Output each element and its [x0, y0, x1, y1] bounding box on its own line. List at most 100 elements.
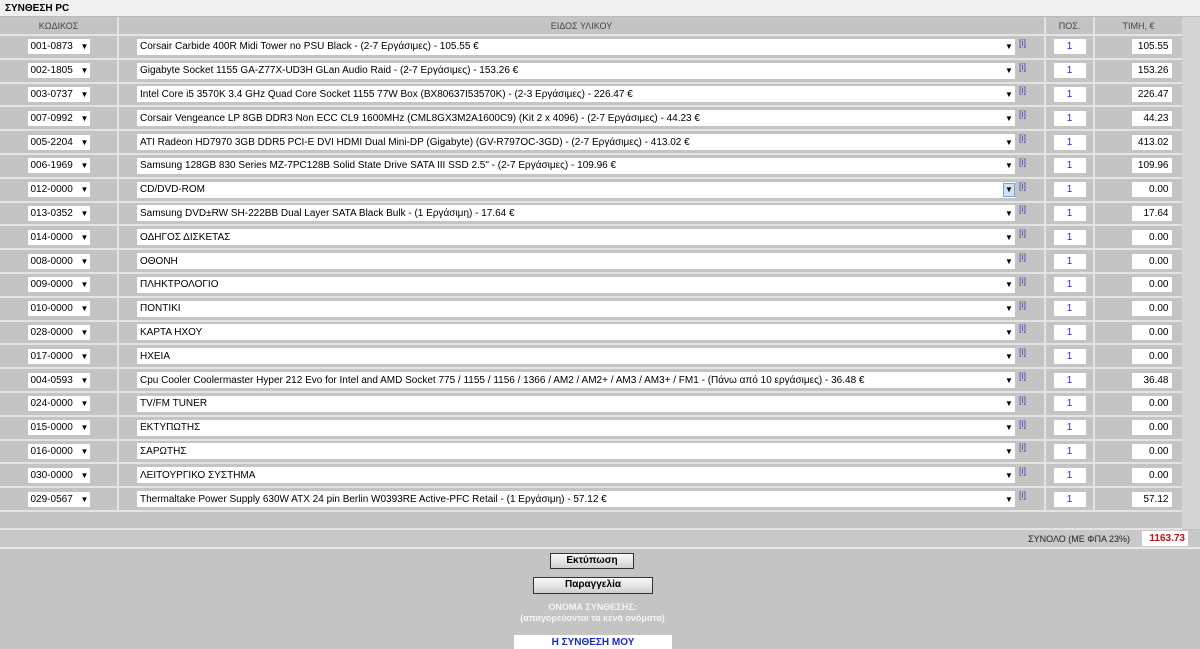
info-icon[interactable]: [i]: [1019, 442, 1026, 452]
code-select[interactable]: 014-0000 ▼: [27, 229, 90, 245]
info-icon[interactable]: [i]: [1019, 133, 1026, 143]
qty-input[interactable]: 1: [1053, 110, 1086, 126]
info-icon[interactable]: [i]: [1019, 371, 1026, 381]
code-select[interactable]: 003-0737 ▼: [27, 86, 90, 102]
code-select[interactable]: 001-0873 ▼: [27, 39, 90, 55]
item-select[interactable]: ATI Radeon HD7970 3GB DDR5 PCI-E DVI HDM…: [137, 134, 1015, 151]
chevron-down-icon[interactable]: ▼: [1003, 397, 1015, 411]
chevron-down-icon[interactable]: ▼: [80, 138, 90, 147]
chevron-down-icon[interactable]: ▼: [80, 90, 90, 99]
chevron-down-icon[interactable]: ▼: [80, 495, 90, 504]
qty-input[interactable]: 1: [1053, 467, 1086, 483]
qty-input[interactable]: 1: [1053, 39, 1086, 55]
chevron-down-icon[interactable]: ▼: [80, 209, 90, 218]
item-select[interactable]: Gigabyte Socket 1155 GA-Z77X-UD3H GLan A…: [137, 62, 1015, 79]
item-select[interactable]: ΟΘΟΝΗ ▼: [137, 253, 1015, 270]
info-icon[interactable]: [i]: [1019, 395, 1026, 405]
item-select[interactable]: ΚΑΡΤΑ ΗΧΟΥ ▼: [137, 324, 1015, 341]
code-select[interactable]: 006-1969 ▼: [27, 158, 90, 174]
chevron-down-icon[interactable]: ▼: [80, 233, 90, 242]
qty-input[interactable]: 1: [1053, 277, 1086, 293]
item-select[interactable]: ΣΑΡΩΤΗΣ ▼: [137, 443, 1015, 460]
chevron-down-icon[interactable]: ▼: [1003, 444, 1015, 458]
chevron-down-icon[interactable]: ▼: [80, 352, 90, 361]
qty-input[interactable]: 1: [1053, 182, 1086, 198]
item-select[interactable]: Samsung DVD±RW SH-222BB Dual Layer SATA …: [137, 205, 1015, 222]
qty-input[interactable]: 1: [1053, 205, 1086, 221]
info-icon[interactable]: [i]: [1019, 252, 1026, 262]
code-select[interactable]: 017-0000 ▼: [27, 348, 90, 364]
chevron-down-icon[interactable]: ▼: [1003, 492, 1015, 506]
item-select[interactable]: CD/DVD-ROM ▼: [137, 181, 1015, 198]
item-select[interactable]: ΗΧΕΙΑ ▼: [137, 348, 1015, 365]
chevron-down-icon[interactable]: ▼: [1003, 421, 1015, 435]
chevron-down-icon[interactable]: ▼: [80, 161, 90, 170]
info-icon[interactable]: [i]: [1019, 347, 1026, 357]
info-icon[interactable]: [i]: [1019, 38, 1026, 48]
qty-input[interactable]: 1: [1053, 443, 1086, 459]
chevron-down-icon[interactable]: ▼: [80, 447, 90, 456]
code-select[interactable]: 009-0000 ▼: [27, 277, 90, 293]
info-icon[interactable]: [i]: [1019, 85, 1026, 95]
chevron-down-icon[interactable]: ▼: [80, 66, 90, 75]
chevron-down-icon[interactable]: ▼: [1003, 182, 1015, 197]
chevron-down-icon[interactable]: ▼: [80, 257, 90, 266]
qty-input[interactable]: 1: [1053, 324, 1086, 340]
qty-input[interactable]: 1: [1053, 372, 1086, 388]
info-icon[interactable]: [i]: [1019, 62, 1026, 72]
chevron-down-icon[interactable]: ▼: [1003, 349, 1015, 363]
qty-input[interactable]: 1: [1053, 158, 1086, 174]
info-icon[interactable]: [i]: [1019, 276, 1026, 286]
code-select[interactable]: 012-0000 ▼: [27, 182, 90, 198]
chevron-down-icon[interactable]: ▼: [80, 304, 90, 313]
chevron-down-icon[interactable]: ▼: [1003, 373, 1015, 387]
chevron-down-icon[interactable]: ▼: [1003, 111, 1015, 125]
chevron-down-icon[interactable]: ▼: [1003, 302, 1015, 316]
chevron-down-icon[interactable]: ▼: [80, 42, 90, 51]
item-select[interactable]: Corsair Vengeance LP 8GB DDR3 Non ECC CL…: [137, 110, 1015, 127]
qty-input[interactable]: 1: [1053, 229, 1086, 245]
code-select[interactable]: 004-0593 ▼: [27, 372, 90, 388]
code-select[interactable]: 016-0000 ▼: [27, 443, 90, 459]
chevron-down-icon[interactable]: ▼: [1003, 87, 1015, 101]
chevron-down-icon[interactable]: ▼: [1003, 278, 1015, 292]
item-select[interactable]: ΠΟΝΤΙΚΙ ▼: [137, 300, 1015, 317]
chevron-down-icon[interactable]: ▼: [80, 399, 90, 408]
item-select[interactable]: Cpu Cooler Coolermaster Hyper 212 Evo fo…: [137, 372, 1015, 389]
chevron-down-icon[interactable]: ▼: [80, 423, 90, 432]
info-icon[interactable]: [i]: [1019, 466, 1026, 476]
chevron-down-icon[interactable]: ▼: [1003, 64, 1015, 78]
qty-input[interactable]: 1: [1053, 348, 1086, 364]
code-select[interactable]: 005-2204 ▼: [27, 134, 90, 150]
info-icon[interactable]: [i]: [1019, 109, 1026, 119]
item-select[interactable]: ΕΚΤΥΠΩΤΗΣ ▼: [137, 419, 1015, 436]
code-select[interactable]: 013-0352 ▼: [27, 205, 90, 221]
code-select[interactable]: 024-0000 ▼: [27, 396, 90, 412]
code-select[interactable]: 010-0000 ▼: [27, 301, 90, 317]
info-icon[interactable]: [i]: [1019, 323, 1026, 333]
info-icon[interactable]: [i]: [1019, 300, 1026, 310]
chevron-down-icon[interactable]: ▼: [1003, 135, 1015, 149]
chevron-down-icon[interactable]: ▼: [80, 376, 90, 385]
info-icon[interactable]: [i]: [1019, 490, 1026, 500]
code-select[interactable]: 030-0000 ▼: [27, 467, 90, 483]
order-button[interactable]: Παραγγελία: [533, 577, 653, 594]
chevron-down-icon[interactable]: ▼: [1003, 325, 1015, 339]
qty-input[interactable]: 1: [1053, 253, 1086, 269]
code-select[interactable]: 008-0000 ▼: [27, 253, 90, 269]
info-icon[interactable]: [i]: [1019, 157, 1026, 167]
chevron-down-icon[interactable]: ▼: [80, 185, 90, 194]
info-icon[interactable]: [i]: [1019, 181, 1026, 191]
code-select[interactable]: 002-1805 ▼: [27, 63, 90, 79]
code-select[interactable]: 015-0000 ▼: [27, 420, 90, 436]
qty-input[interactable]: 1: [1053, 134, 1086, 150]
item-select[interactable]: Thermaltake Power Supply 630W ATX 24 pin…: [137, 491, 1015, 508]
chevron-down-icon[interactable]: ▼: [1003, 468, 1015, 482]
qty-input[interactable]: 1: [1053, 86, 1086, 102]
item-select[interactable]: Samsung 128GB 830 Series MZ-7PC128B Soli…: [137, 157, 1015, 174]
info-icon[interactable]: [i]: [1019, 419, 1026, 429]
qty-input[interactable]: 1: [1053, 396, 1086, 412]
item-select[interactable]: Corsair Carbide 400R Midi Tower no PSU B…: [137, 38, 1015, 55]
chevron-down-icon[interactable]: ▼: [80, 328, 90, 337]
chevron-down-icon[interactable]: ▼: [1003, 206, 1015, 220]
